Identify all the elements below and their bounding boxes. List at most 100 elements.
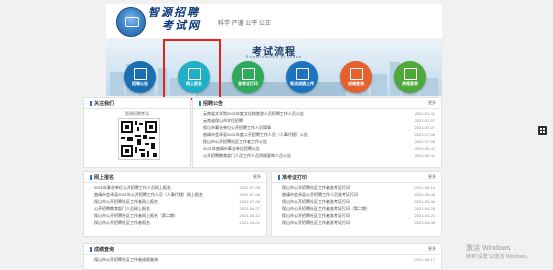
item-date: 2021-04-30	[414, 199, 435, 204]
announcement-icon	[134, 68, 147, 80]
list-item[interactable]: 保山市公开招聘社区工作者准考证打印 2021-04-21	[272, 212, 441, 219]
panel-title: 成绩查询	[90, 246, 114, 253]
item-title[interactable]: 云南省文学院2021年度文化和旅游人员招聘工作人员公告	[203, 110, 304, 117]
step-score-upload[interactable]: 笔试成绩上传	[286, 61, 318, 93]
item-date: 2021-07-07	[414, 125, 435, 130]
skyline-illustration	[110, 62, 438, 96]
list-item[interactable]: 公开招聘教育部门人员工作人员资格复审人员公告 2021-05-11	[193, 152, 441, 159]
list-item[interactable]: 保山市事业单位公开招聘工作人员简章 2021-07-07	[193, 124, 441, 131]
item-title[interactable]: 2021年事业单位公开招聘工作人员网上报名	[94, 184, 171, 191]
list-item[interactable]: 保山市公开招聘社区工作者准考证打印 2021-04-30	[272, 198, 441, 205]
item-title[interactable]: 曲靖市会泽县2021年公开招聘工作人员（人事代理）网上报名	[94, 191, 203, 198]
step-label: 笔试成绩上传	[290, 81, 314, 86]
watermark-line-2: 转到“设置”以激活 Windows。	[466, 254, 532, 260]
panel-title: 网上报名	[90, 174, 114, 181]
more-link[interactable]: 更多	[428, 246, 436, 252]
slogan: 科学 严谨 公平 公正	[218, 21, 272, 27]
list-item[interactable]: 保山市公开招聘社区工作者工作公告 2021-07-06	[193, 138, 441, 145]
score-list: 保山市公开招聘社区工作者成绩查询 2021-06-17	[84, 256, 441, 263]
qr-float-button[interactable]	[538, 126, 547, 135]
logo-line-2: 考试网	[162, 19, 201, 32]
list-item[interactable]: 保山市公开招聘社区工作者准考证打印 2021-04-08	[272, 219, 441, 226]
check-icon	[404, 68, 417, 80]
watermark-line-1: 激活 Windows	[466, 245, 511, 252]
qr-code	[118, 118, 160, 160]
item-date: 2021-01-11	[414, 111, 435, 116]
qr-caption: 智源招聘考试	[125, 111, 149, 116]
print-icon	[242, 68, 255, 80]
item-title[interactable]: 保山市公开招聘社区工作者成绩查询	[94, 256, 158, 263]
online-registration-panel: 网上报名 更多 2021年事业单位公开招聘工作人员网上报名 2021-07-08 …	[83, 171, 267, 237]
logo-icon[interactable]	[116, 7, 146, 37]
item-date: 2021-04-28	[414, 206, 435, 211]
registration-list: 2021年事业单位公开招聘工作人员网上报名 2021-07-08 曲靖市会泽县20…	[84, 184, 266, 226]
item-date: 2021-07-06	[239, 192, 260, 197]
list-item[interactable]: 2021年事业单位公开招聘工作人员网上报名 2021-07-08	[84, 184, 266, 191]
site-logo[interactable]: 智源招聘 考试网	[148, 6, 218, 32]
edit-icon	[188, 68, 201, 80]
step-admit-card[interactable]: 准考证打印	[232, 61, 264, 93]
list-item[interactable]: 保山市公开招聘社区工作者网上报名（第二期） 2021-04-12	[84, 212, 266, 219]
item-date: 2021-04-08	[414, 220, 435, 225]
list-item[interactable]: 曲靖市会泽县2021年公开招聘工作人员（人事代理）网上报名 2021-07-06	[84, 191, 266, 198]
list-item[interactable]: 2021年曲靖市事业单位招聘公告 2021-06-11	[193, 145, 441, 152]
item-date: 2021-05-06	[414, 192, 435, 197]
item-title[interactable]: 公开招聘教育部门人员网上报名	[94, 205, 150, 212]
list-item[interactable]: 保山市公开招聘社区工作者准考证打印 2021-05-12	[272, 184, 441, 191]
admit-card-list: 保山市公开招聘社区工作者准考证打印 2021-05-12 曲靖市会泽县公开招聘工作…	[272, 184, 441, 226]
item-title[interactable]: 保山市公开招聘社区工作者准考证打印	[282, 184, 350, 191]
process-banner: 考试流程 Examination process 招聘公告 网上报名 准考证打印…	[106, 39, 442, 96]
item-title[interactable]: 曲靖市会泽县公开招聘工作人员准考证打印	[282, 191, 358, 198]
admit-card-panel: 准考证打印 更多 保山市公开招聘社区工作者准考证打印 2021-05-12 曲靖市…	[271, 171, 442, 237]
item-date: 2021-07-06	[414, 139, 435, 144]
step-online-registration[interactable]: 网上报名	[178, 61, 210, 93]
step-label: 招聘公告	[132, 81, 148, 86]
step-score-query[interactable]: 成绩查询	[340, 61, 372, 93]
item-title[interactable]: 云南省保山市学位招聘	[203, 117, 243, 124]
item-date: 2021-04-21	[414, 213, 435, 218]
step-label: 资格复审	[402, 81, 418, 86]
list-item[interactable]: 云南省保山市学位招聘 2021-07-07	[193, 117, 441, 124]
item-title[interactable]: 曲靖市会泽县2021年度公开招聘工作人员（人事代理）公告	[203, 131, 308, 138]
step-qualification-review[interactable]: 资格复审	[394, 61, 426, 93]
search-icon	[350, 68, 363, 80]
list-item[interactable]: 云南省文学院2021年度文化和旅游人员招聘工作人员公告 2021-01-11	[193, 110, 441, 117]
list-item[interactable]: 曲靖市会泽县2021年度公开招聘工作人员（人事代理）公告 2021-07-06	[193, 131, 441, 138]
score-query-panel: 成绩查询 更多 保山市公开招聘社区工作者成绩查询 2021-06-17	[83, 243, 442, 270]
more-link[interactable]: 更多	[253, 174, 261, 180]
item-date: 2021-05-11	[414, 153, 435, 158]
item-date: 2021-07-08	[239, 185, 260, 190]
list-item[interactable]: 保山市公开招聘社区工作者报名 2021-04-01	[84, 219, 266, 226]
item-title[interactable]: 保山市公开招聘社区工作者准考证打印	[282, 219, 350, 226]
panel-header: 招聘公告 更多	[193, 98, 441, 109]
item-title[interactable]: 保山市事业单位公开招聘工作人员简章	[203, 124, 271, 131]
list-item[interactable]: 保山市公开招聘社区工作者成绩查询 2021-06-17	[84, 256, 441, 263]
step-announcement[interactable]: 招聘公告	[124, 61, 156, 93]
item-title[interactable]: 保山市公开招聘社区工作者报名	[94, 219, 150, 226]
item-date: 2021-07-06	[239, 199, 260, 204]
item-date: 2021-04-01	[239, 220, 260, 225]
windows-activation-watermark: 激活 Windows 转到“设置”以激活 Windows。	[466, 244, 531, 262]
step-label: 准考证打印	[238, 81, 258, 86]
item-title[interactable]: 2021年曲靖市事业单位招聘公告	[203, 145, 260, 152]
list-item[interactable]: 曲靖市会泽县公开招聘工作人员准考证打印 2021-05-06	[272, 191, 441, 198]
list-item[interactable]: 公开招聘教育部门人员网上报名 2021-04-27	[84, 205, 266, 212]
item-title[interactable]: 保山市公开招聘社区工作者准考证打印	[282, 198, 350, 205]
more-link[interactable]: 更多	[428, 100, 436, 106]
panel-title: 关注我们	[90, 100, 114, 107]
item-title[interactable]: 保山市公开招聘社区工作者工作公告	[203, 138, 267, 145]
list-item[interactable]: 保山市公开招聘社区工作者网上报名 2021-07-06	[84, 198, 266, 205]
item-title[interactable]: 保山市公开招聘社区工作者准考证打印（第二期）	[282, 205, 370, 212]
item-title[interactable]: 保山市公开招聘社区工作者网上报名	[94, 198, 158, 205]
item-title[interactable]: 保山市公开招聘社区工作者网上报名（第二期）	[94, 212, 178, 219]
panel-title: 招聘公告	[199, 100, 223, 107]
logo-line-1: 智源招聘	[148, 6, 200, 19]
item-date: 2021-06-11	[414, 146, 435, 151]
panel-header: 成绩查询 更多	[84, 244, 441, 255]
panel-header: 关注我们	[84, 98, 190, 109]
item-title[interactable]: 保山市公开招聘社区工作者准考证打印	[282, 212, 350, 219]
item-title[interactable]: 公开招聘教育部门人员工作人员资格复审人员公告	[203, 152, 291, 159]
more-link[interactable]: 更多	[428, 174, 436, 180]
list-item[interactable]: 保山市公开招聘社区工作者准考证打印（第二期） 2021-04-28	[272, 205, 441, 212]
item-date: 2021-07-06	[414, 132, 435, 137]
